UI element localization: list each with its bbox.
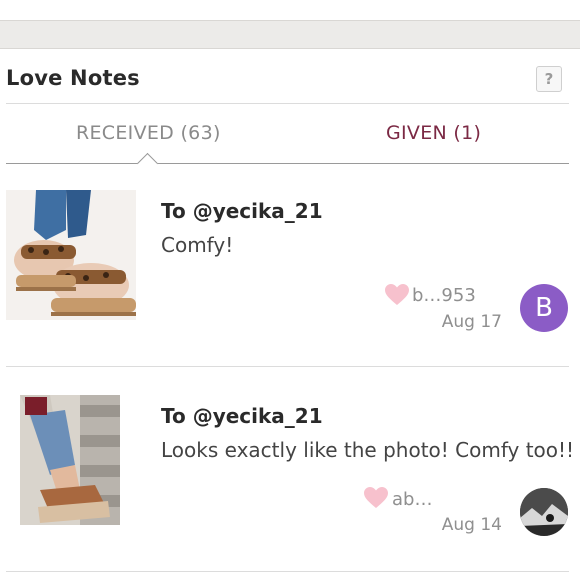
tab-received-count: (63) [180, 122, 221, 144]
notes-tabs: RECEIVED (63) GIVEN (1) [6, 104, 569, 175]
sender-username[interactable]: ab… [392, 489, 432, 510]
avatar[interactable] [520, 488, 568, 536]
love-notes-header: Love Notes ? [0, 48, 580, 104]
active-tab-caret [136, 152, 159, 175]
tab-received[interactable]: RECEIVED (63) [76, 122, 221, 144]
top-strip [0, 0, 580, 49]
heart-icon [385, 284, 409, 305]
note-divider [6, 571, 569, 572]
note-message: Looks exactly like the photo! Comfy too!… [161, 438, 575, 462]
tabs-underline [6, 163, 569, 164]
tab-given[interactable]: GIVEN (1) [386, 122, 481, 144]
page-title: Love Notes [6, 66, 140, 90]
tab-received-label: RECEIVED [76, 122, 175, 144]
note-recipient[interactable]: To @yecika_21 [161, 404, 323, 428]
avatar[interactable]: B [520, 284, 568, 332]
avatar-photo [520, 488, 568, 536]
brown-sandal-image [20, 395, 120, 525]
note-divider [6, 366, 569, 367]
note-date: Aug 14 [441, 515, 502, 535]
sender-username[interactable]: b…953 [412, 285, 476, 306]
listing-thumbnail[interactable] [6, 190, 136, 320]
heart-icon [364, 487, 388, 508]
note-message: Comfy! [161, 233, 234, 257]
note-date: Aug 17 [441, 312, 502, 332]
leopard-sandal-image [6, 190, 136, 320]
listing-thumbnail[interactable] [20, 395, 135, 525]
note-recipient[interactable]: To @yecika_21 [161, 199, 323, 223]
top-band [0, 20, 580, 49]
help-button[interactable]: ? [536, 66, 562, 92]
